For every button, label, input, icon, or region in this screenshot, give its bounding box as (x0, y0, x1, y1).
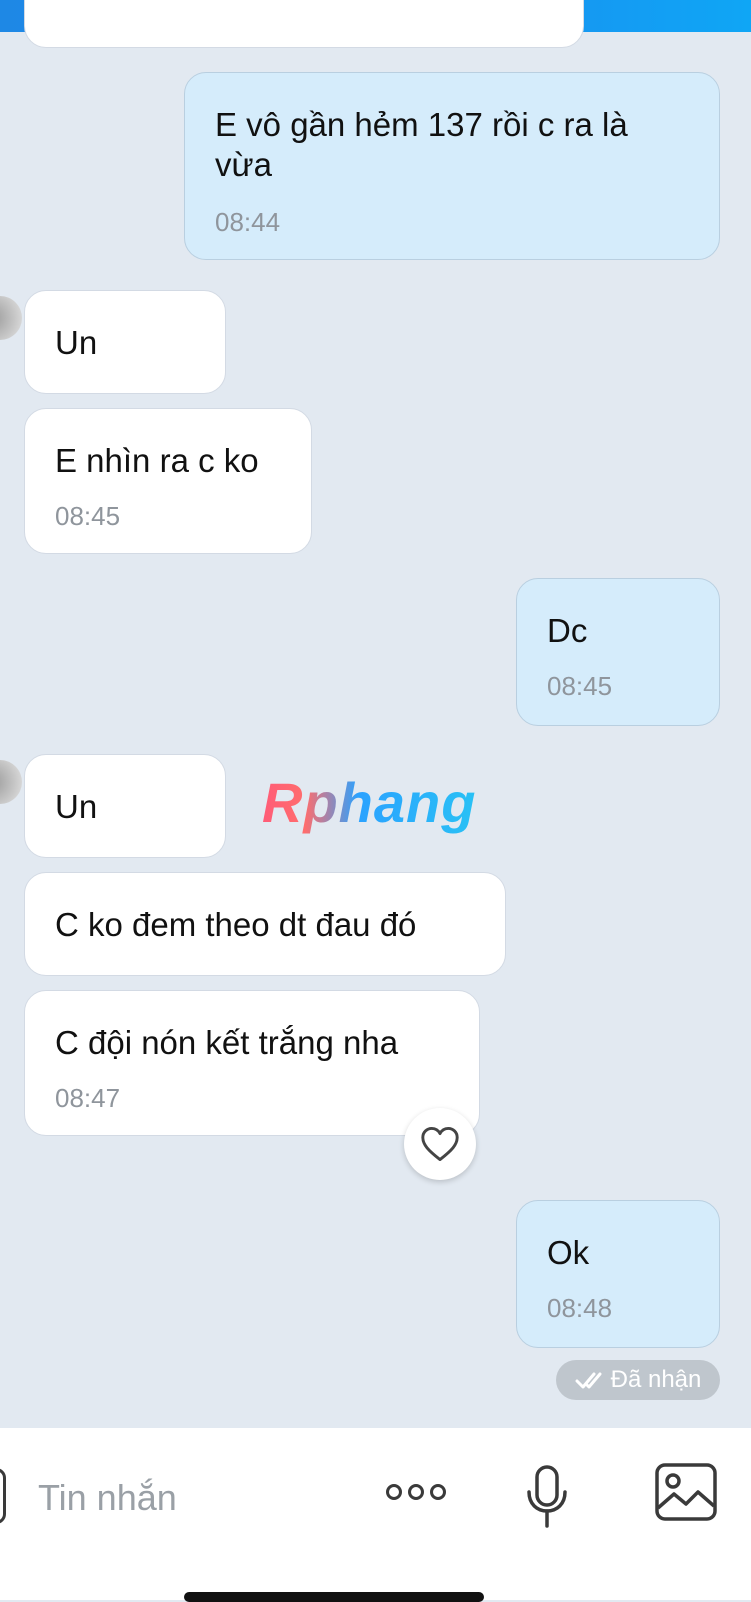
image-icon[interactable] (654, 1462, 718, 1522)
message-text: C ko đem theo dt đau đó (55, 906, 417, 943)
message-bubble-incoming[interactable]: Un (24, 290, 226, 394)
message-bubble-outgoing[interactable]: Dc 08:45 (516, 578, 720, 726)
message-text: E vô gần hẻm 137 rồi c ra là (215, 106, 628, 143)
double-check-icon (575, 1372, 602, 1389)
message-time: 08:44 (215, 207, 281, 237)
message-bubble-incoming[interactable]: Un (24, 754, 226, 858)
message-text: Dc (547, 612, 588, 649)
watermark-logo: Rphang (262, 771, 477, 834)
microphone-icon[interactable] (524, 1464, 570, 1530)
more-dots-icon[interactable] (386, 1484, 446, 1500)
sticker-icon[interactable] (0, 1468, 6, 1524)
avatar[interactable] (0, 760, 22, 804)
heart-reaction-button[interactable] (404, 1108, 476, 1180)
avatar[interactable] (0, 296, 22, 340)
message-text: Un (55, 788, 98, 825)
message-text: Ok (547, 1234, 590, 1271)
message-bubble-incoming[interactable]: C ko đem theo dt đau đó (24, 872, 506, 976)
message-time: 08:45 (55, 501, 121, 531)
home-indicator (184, 1592, 484, 1602)
message-bubble-outgoing[interactable]: E vô gần hẻm 137 rồi c ra là vừa 08:44 (184, 72, 720, 260)
message-time: 08:48 (547, 1293, 613, 1323)
message-text: Un (55, 324, 98, 361)
message-bubble-partial (24, 0, 584, 48)
message-composer: Tin nhắn (0, 1428, 751, 1600)
message-input[interactable]: Tin nhắn (38, 1476, 177, 1520)
message-bubble-incoming[interactable]: C đội nón kết trắng nha 08:47 (24, 990, 480, 1136)
message-bubble-incoming[interactable]: E nhìn ra c ko 08:45 (24, 408, 312, 554)
message-time: 08:45 (547, 671, 613, 701)
message-time: 08:47 (55, 1083, 121, 1113)
message-text: C đội nón kết trắng nha (55, 1024, 399, 1061)
status-badge: Đã nhận (556, 1360, 720, 1400)
heart-icon (421, 1126, 459, 1162)
message-text: vừa (215, 146, 272, 183)
message-text: E nhìn ra c ko (55, 442, 259, 479)
status-label: Đã nhận (610, 1366, 702, 1393)
message-bubble-outgoing[interactable]: Ok 08:48 (516, 1200, 720, 1348)
